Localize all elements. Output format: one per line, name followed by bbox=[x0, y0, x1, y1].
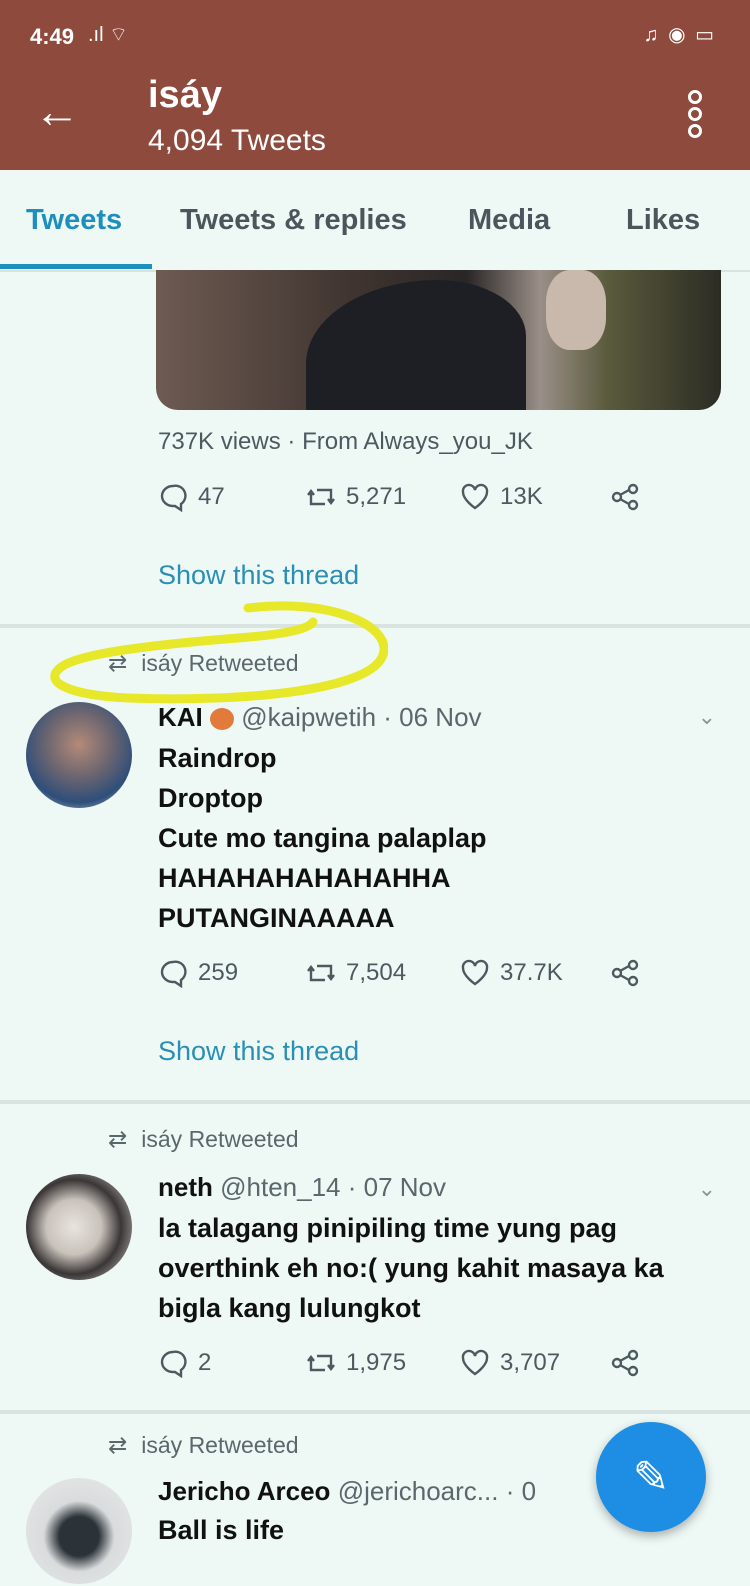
reply-count: 2 bbox=[198, 1349, 212, 1376]
chevron-down-icon[interactable]: ⌄ bbox=[698, 704, 716, 730]
active-tab-indicator bbox=[0, 264, 152, 269]
retweeted-by-text: isáy Retweeted bbox=[141, 1432, 299, 1458]
reply-button[interactable]: 2 bbox=[158, 1348, 211, 1378]
tweet-date: · 0 bbox=[505, 1476, 537, 1506]
emoji-icon bbox=[210, 708, 235, 731]
heart-icon bbox=[461, 959, 489, 986]
share-button[interactable] bbox=[610, 1348, 640, 1378]
tweet-actions: 47 5,271 13K bbox=[158, 482, 658, 522]
tweet-author-line: Jericho Arceo @jerichoarc... · 0 bbox=[158, 1476, 536, 1507]
profile-tabs: Tweets Tweets & replies Media Likes bbox=[0, 170, 750, 272]
tweet-date: · 07 Nov bbox=[347, 1172, 447, 1202]
like-button[interactable]: 3,707 bbox=[460, 1348, 560, 1378]
heart-icon bbox=[461, 483, 489, 510]
retweeted-label: ⇄ isáy Retweeted bbox=[108, 1126, 299, 1153]
tweet-line: overthink eh no:( yung kahit masaya ka bbox=[158, 1253, 664, 1283]
like-count: 37.7K bbox=[500, 959, 563, 986]
author-handle[interactable]: @hten_14 bbox=[220, 1172, 340, 1202]
tab-tweets-replies[interactable]: Tweets & replies bbox=[180, 204, 407, 237]
profile-header: ← isáy 4,094 Tweets bbox=[0, 70, 750, 170]
video-thumbnail[interactable] bbox=[156, 270, 721, 410]
retweeted-by-text: isáy Retweeted bbox=[141, 1126, 299, 1152]
tweet-text: la talagang pinipiling time yung pag ove… bbox=[158, 1208, 664, 1328]
video-meta: 737K views · From Always_you_JK bbox=[158, 428, 533, 456]
show-thread-link[interactable]: Show this thread bbox=[158, 1036, 359, 1067]
tweet-line: HAHAHAHAHAHAHHA bbox=[158, 863, 451, 893]
tweet-date: · 06 Nov bbox=[383, 702, 482, 732]
view-count: 737K views bbox=[158, 428, 281, 455]
reply-icon bbox=[160, 1350, 187, 1378]
retweet-count: 1,975 bbox=[346, 1349, 407, 1376]
more-options-icon[interactable] bbox=[688, 90, 710, 146]
retweeted-label: ⇄ isáy Retweeted bbox=[108, 1432, 299, 1459]
tweet-line: bigla kang lulungkot bbox=[158, 1293, 421, 1323]
share-button[interactable] bbox=[610, 482, 640, 512]
share-icon bbox=[611, 1349, 639, 1377]
heart-icon bbox=[461, 1349, 489, 1376]
avatar[interactable] bbox=[26, 1174, 132, 1280]
tweet-line: PUTANGINAAAAA bbox=[158, 903, 395, 933]
status-bar: 4:49 .ıl ⌔ ♫ ◉ ▭ bbox=[0, 0, 750, 70]
retweet-count: 5,271 bbox=[346, 483, 407, 510]
signal-icon: .ıl ⌔ bbox=[88, 24, 128, 46]
reply-button[interactable]: 259 bbox=[158, 958, 238, 988]
retweet-button[interactable]: 5,271 bbox=[306, 482, 406, 512]
retweet-small-icon: ⇄ bbox=[108, 1432, 128, 1458]
retweet-button[interactable]: 7,504 bbox=[306, 958, 406, 988]
author-handle[interactable]: @jerichoarc... bbox=[338, 1476, 499, 1506]
retweet-icon bbox=[307, 1354, 335, 1372]
retweet-icon bbox=[307, 964, 335, 982]
tweet-author-line: neth @hten_14 · 07 Nov bbox=[158, 1172, 446, 1203]
tweet-divider bbox=[0, 1410, 750, 1414]
retweet-button[interactable]: 1,975 bbox=[306, 1348, 406, 1378]
chevron-down-icon[interactable]: ⌄ bbox=[698, 1176, 716, 1202]
tweet-divider bbox=[0, 1100, 750, 1104]
reply-button[interactable]: 47 bbox=[158, 482, 225, 512]
tweet-line: Cute mo tangina palaplap bbox=[158, 823, 487, 853]
retweet-count: 7,504 bbox=[346, 959, 407, 986]
reply-icon bbox=[160, 960, 187, 988]
tweet-text: Raindrop Droptop Cute mo tangina palapla… bbox=[158, 738, 487, 938]
like-count: 13K bbox=[500, 483, 543, 510]
status-time: 4:49 bbox=[30, 24, 75, 49]
back-arrow-icon[interactable]: ← bbox=[34, 88, 80, 134]
tweet-line: Droptop bbox=[158, 783, 263, 813]
share-button[interactable] bbox=[610, 958, 640, 988]
profile-name: isáy bbox=[148, 74, 222, 116]
reply-icon bbox=[160, 484, 187, 512]
retweet-small-icon: ⇄ bbox=[108, 1126, 128, 1152]
reply-count: 47 bbox=[198, 483, 225, 510]
author-name[interactable]: neth bbox=[158, 1172, 213, 1202]
tweet-line: la talagang pinipiling time yung pag bbox=[158, 1213, 618, 1243]
like-button[interactable]: 37.7K bbox=[460, 958, 563, 988]
share-icon bbox=[611, 483, 639, 511]
highlight-scribble bbox=[50, 601, 388, 704]
tweet-actions: 2 1,975 3,707 bbox=[158, 1348, 658, 1388]
video-source[interactable]: · From Always_you_JK bbox=[287, 428, 532, 455]
reply-count: 259 bbox=[198, 959, 239, 986]
like-count: 3,707 bbox=[500, 1349, 561, 1376]
author-name[interactable]: Jericho Arceo bbox=[158, 1476, 330, 1506]
tab-media[interactable]: Media bbox=[468, 204, 550, 237]
compose-tweet-button[interactable]: ✎ bbox=[596, 1422, 706, 1532]
tweet-line: Ball is life bbox=[158, 1515, 285, 1545]
like-button[interactable]: 13K bbox=[460, 482, 543, 512]
share-icon bbox=[611, 959, 639, 987]
avatar[interactable] bbox=[26, 1478, 132, 1584]
tab-tweets[interactable]: Tweets bbox=[26, 204, 122, 237]
tab-likes[interactable]: Likes bbox=[626, 204, 700, 237]
feather-plus-icon: ✎ bbox=[632, 1452, 670, 1502]
tweet-text: Ball is life bbox=[158, 1510, 284, 1550]
tweet-count: 4,094 Tweets bbox=[148, 124, 326, 157]
retweet-icon bbox=[307, 488, 335, 506]
show-thread-link[interactable]: Show this thread bbox=[158, 560, 359, 591]
tweet-actions: 259 7,504 37.7K bbox=[158, 958, 658, 998]
tweet-line: Raindrop bbox=[158, 743, 277, 773]
status-icons: ♫ ◉ ▭ bbox=[643, 24, 716, 46]
avatar[interactable] bbox=[26, 702, 132, 808]
